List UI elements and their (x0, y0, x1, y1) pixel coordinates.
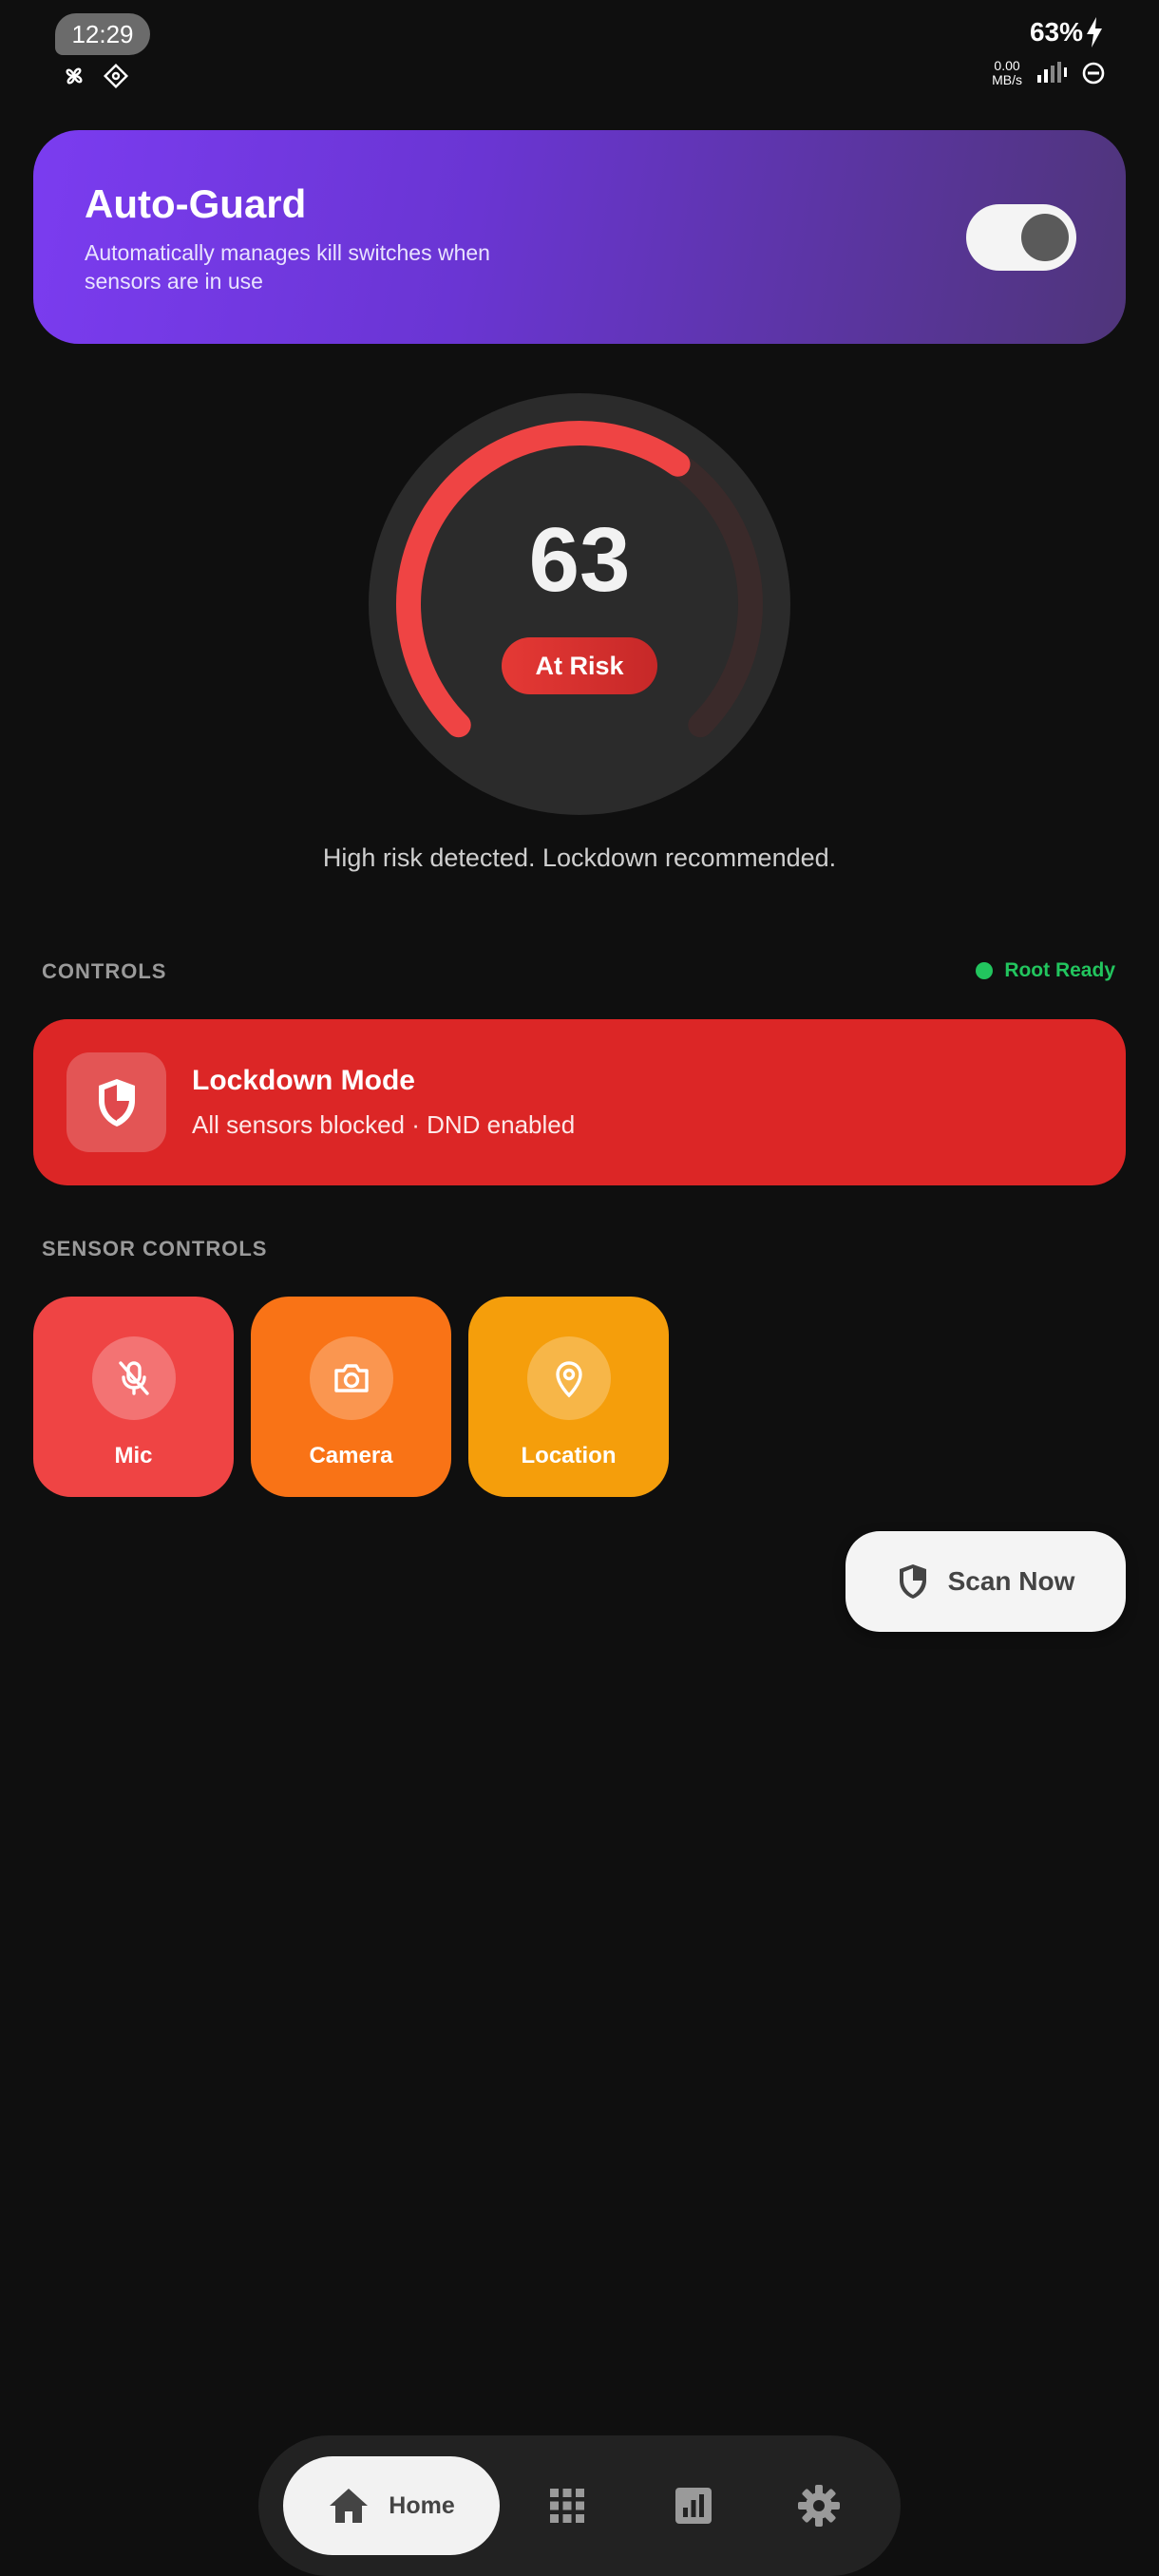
sensor-tile-label: Location (521, 1443, 617, 1468)
grid-icon[interactable] (544, 2483, 590, 2529)
risk-message: High risk detected. Lockdown recommended… (322, 843, 837, 872)
scan-now-button[interactable]: Scan Now (846, 1531, 1126, 1632)
sensor-tile-label: Mic (114, 1443, 153, 1468)
shield-icon (66, 1052, 166, 1152)
net-speed: 0.00 MB/s (992, 58, 1022, 87)
sensor-tile-camera[interactable]: Camera (251, 1297, 451, 1497)
sensor-tile-location[interactable]: Location (468, 1297, 669, 1497)
root-status: Root Ready (976, 959, 1115, 982)
sensor-tile-label: Camera (309, 1443, 393, 1468)
status-bar: 12:29 63% 0.00 MB/s (0, 0, 1159, 104)
camera-icon (309, 1336, 393, 1420)
status-time: 12:29 (55, 13, 150, 55)
auto-guard-toggle[interactable] (966, 204, 1076, 271)
auto-guard-title: Auto-Guard (85, 181, 307, 226)
charging-icon (1087, 17, 1102, 47)
lockdown-subtitle: All sensors blocked · DND enabled (192, 1110, 576, 1139)
chart-icon[interactable] (671, 2483, 716, 2529)
signal-icon (1037, 62, 1067, 83)
toggle-knob (1021, 214, 1069, 261)
shield-icon (899, 1564, 926, 1599)
location-pin-icon (526, 1336, 611, 1420)
auto-guard-description: Automatically manages kill switches when… (85, 240, 490, 294)
sensor-controls-section-label: SENSOR CONTROLS (42, 1237, 268, 1260)
root-status-label: Root Ready (1004, 959, 1115, 981)
risk-status-badge: At Risk (502, 637, 657, 694)
scan-now-label: Scan Now (947, 1566, 1075, 1596)
home-icon (330, 2489, 369, 2523)
fan-icon (61, 63, 87, 89)
nav-home-label: Home (389, 2491, 455, 2519)
risk-score: 63 (528, 509, 631, 611)
status-dot (976, 962, 994, 979)
controls-section-label: CONTROLS (42, 959, 167, 983)
mic-off-icon (91, 1336, 176, 1420)
diamond-icon (103, 63, 129, 89)
gear-icon[interactable] (796, 2483, 842, 2529)
bottom-navigation: Home (258, 2435, 901, 2576)
nav-item-home[interactable]: Home (283, 2456, 500, 2555)
lockdown-mode-card[interactable]: Lockdown Mode All sensors blocked · DND … (33, 1019, 1126, 1185)
dnd-icon (1082, 62, 1105, 85)
sensor-tile-mic[interactable]: Mic (33, 1297, 234, 1497)
lockdown-title: Lockdown Mode (192, 1065, 415, 1096)
battery-percent: 63% (1029, 17, 1083, 47)
auto-guard-card: Auto-Guard Automatically manages kill sw… (33, 130, 1126, 344)
